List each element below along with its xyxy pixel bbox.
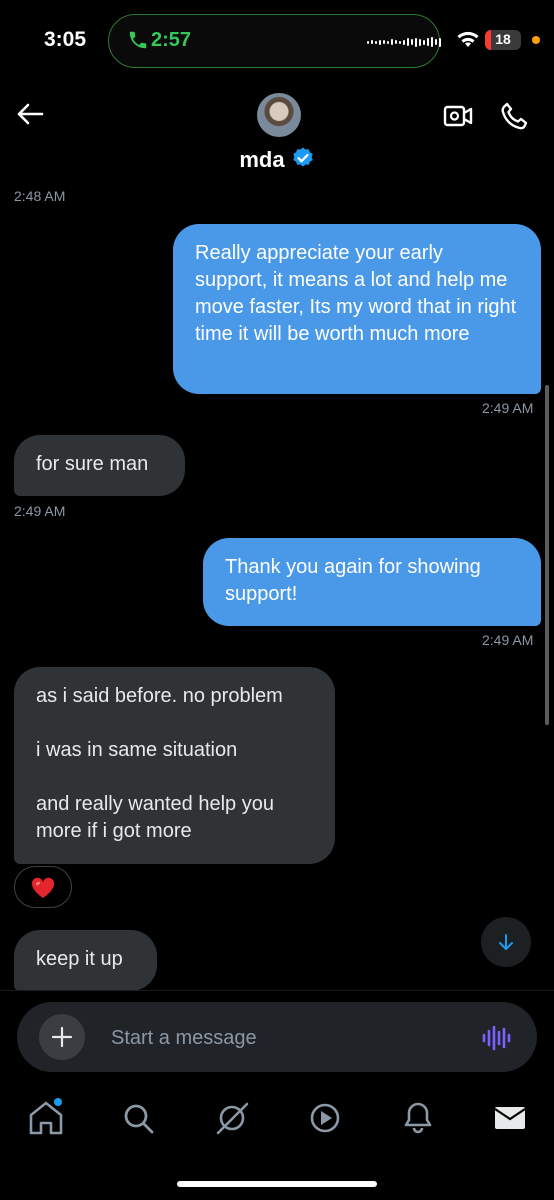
message-timestamp: 2:49 AM bbox=[14, 503, 66, 519]
message-timestamp: 2:49 AM bbox=[482, 632, 534, 648]
messages-envelope-icon[interactable] bbox=[488, 1096, 532, 1140]
heart-icon bbox=[31, 877, 55, 898]
sent-message-bubble[interactable]: Really appreciate your early support, it… bbox=[173, 224, 541, 394]
sent-message-bubble[interactable]: Thank you again for showing support! bbox=[203, 538, 541, 626]
received-message-bubble[interactable]: keep it up bbox=[14, 930, 157, 991]
video-play-icon[interactable] bbox=[303, 1096, 347, 1140]
received-message-bubble[interactable]: for sure man bbox=[14, 435, 185, 496]
arrow-down-icon bbox=[499, 934, 513, 950]
message-timestamp: 2:48 AM bbox=[14, 188, 66, 204]
message-input[interactable] bbox=[109, 1022, 453, 1054]
message-paragraph: i was in same situation bbox=[36, 739, 238, 761]
privacy-indicator-dot bbox=[532, 36, 540, 44]
add-attachment-button[interactable] bbox=[39, 1014, 85, 1060]
battery-icon: 18 bbox=[485, 30, 521, 50]
notification-dot bbox=[54, 1098, 62, 1106]
avatar[interactable] bbox=[257, 93, 301, 137]
video-call-icon[interactable] bbox=[442, 100, 474, 132]
battery-level: 18 bbox=[495, 31, 511, 47]
search-icon[interactable] bbox=[117, 1096, 161, 1140]
contact-name-label: mda bbox=[239, 147, 285, 172]
home-indicator[interactable] bbox=[177, 1181, 377, 1187]
contact-name[interactable]: mda bbox=[0, 146, 554, 173]
wifi-icon bbox=[457, 31, 479, 47]
back-arrow-icon[interactable] bbox=[14, 98, 46, 130]
notifications-bell-icon[interactable] bbox=[396, 1096, 440, 1140]
voice-message-icon[interactable] bbox=[479, 1022, 511, 1054]
message-composer bbox=[17, 1002, 537, 1072]
message-paragraph: and really wanted help you more if i got… bbox=[36, 793, 274, 842]
scroll-to-bottom-button[interactable] bbox=[481, 917, 531, 967]
verified-badge-icon bbox=[292, 147, 313, 167]
audio-waveform-icon bbox=[367, 37, 441, 47]
heart-reaction[interactable] bbox=[14, 866, 72, 908]
call-duration: 2:57 bbox=[151, 29, 192, 51]
phone-call-icon[interactable] bbox=[498, 100, 530, 132]
active-call-pill[interactable]: 2:57 bbox=[108, 14, 441, 68]
status-time: 3:05 bbox=[44, 28, 87, 51]
home-icon[interactable] bbox=[24, 1096, 68, 1140]
phone-icon bbox=[129, 31, 147, 49]
received-message-bubble[interactable]: as i said before. no problem i was in sa… bbox=[14, 667, 335, 864]
scrollbar[interactable] bbox=[545, 385, 549, 725]
message-paragraph: as i said before. no problem bbox=[36, 685, 283, 707]
plus-icon bbox=[51, 1026, 73, 1048]
grok-icon[interactable] bbox=[210, 1096, 254, 1140]
message-timestamp: 2:49 AM bbox=[482, 400, 534, 416]
